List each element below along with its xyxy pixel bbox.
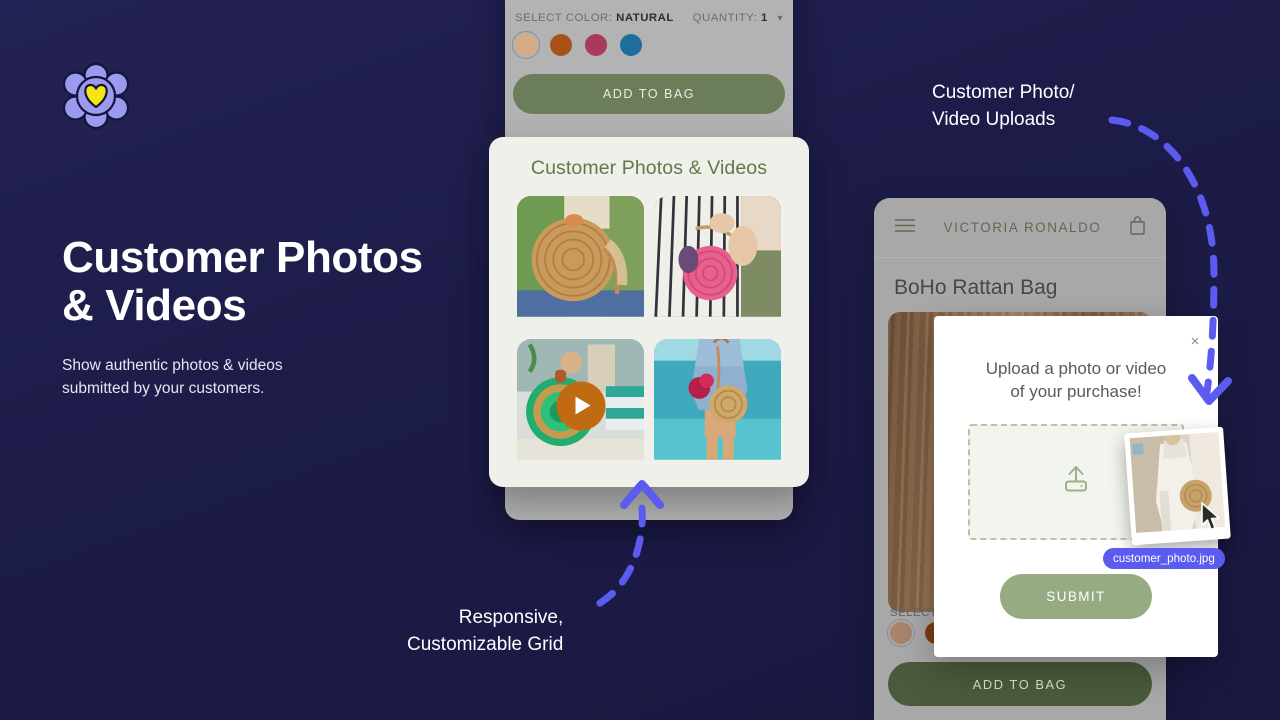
ugc-photo-rattan-bag-hand[interactable] bbox=[517, 196, 644, 329]
add-to-bag-button[interactable]: ADD TO BAG bbox=[513, 74, 785, 114]
ugc-photo-pink-bag-stripes[interactable] bbox=[654, 196, 781, 329]
flower-heart-logo bbox=[62, 62, 130, 130]
mouse-cursor bbox=[1200, 502, 1222, 537]
ugc-card-title: Customer Photos & Videos bbox=[530, 157, 768, 179]
color-swatch-berry[interactable] bbox=[585, 34, 607, 56]
color-swatch-natural[interactable] bbox=[511, 30, 541, 60]
color-swatch-teal[interactable] bbox=[620, 34, 642, 56]
page-title: Customer Photos & Videos bbox=[62, 233, 423, 330]
close-icon[interactable]: × bbox=[1186, 332, 1204, 350]
ugc-grid bbox=[517, 196, 781, 472]
uploaded-file-badge: customer_photo.jpg bbox=[1103, 548, 1225, 569]
annotation-upload: Customer Photo/ Video Uploads bbox=[932, 82, 1075, 130]
select-color-label: SELECT COLOR: NATURAL bbox=[515, 12, 674, 24]
store-brand-name: VICTORIA RONALDO bbox=[943, 220, 1102, 235]
add-to-bag-button[interactable]: ADD TO BAG bbox=[888, 662, 1152, 706]
upload-icon bbox=[1061, 465, 1091, 499]
phone-header: VICTORIA RONALDO bbox=[874, 198, 1166, 258]
slide-canvas: Customer Photos & Videos Show authentic … bbox=[0, 0, 1280, 720]
color-swatch-group bbox=[511, 30, 642, 60]
page-subtitle: Show authentic photos & videos submitted… bbox=[62, 356, 283, 398]
left-panel: Customer Photos & Videos Show authentic … bbox=[62, 62, 462, 401]
selected-color-value: NATURAL bbox=[616, 12, 674, 24]
ugc-photo-denim-dress-ocean[interactable] bbox=[654, 339, 781, 472]
submit-button[interactable]: SUBMIT bbox=[1000, 574, 1152, 619]
hamburger-menu-icon[interactable] bbox=[894, 218, 916, 238]
play-button-overlay[interactable] bbox=[556, 381, 605, 430]
shopping-bag-icon[interactable] bbox=[1129, 215, 1146, 240]
play-icon bbox=[575, 396, 590, 415]
color-swatch-natural[interactable] bbox=[886, 618, 916, 648]
customer-photos-videos-card: Customer Photos & Videos bbox=[489, 137, 809, 487]
ugc-video-green-bag-beach[interactable] bbox=[517, 339, 644, 472]
chevron-down-icon: ▾ bbox=[777, 13, 783, 24]
modal-title: Upload a photo or video of your purchase… bbox=[985, 359, 1167, 401]
color-swatch-rust[interactable] bbox=[550, 34, 572, 56]
quantity-selector[interactable]: QUANTITY: 1 ▾ bbox=[693, 12, 783, 24]
product-title: BoHo Rattan Bag bbox=[894, 276, 1058, 299]
quantity-value: 1 bbox=[760, 12, 768, 24]
annotation-grid: Responsive, Customizable Grid bbox=[407, 607, 564, 655]
